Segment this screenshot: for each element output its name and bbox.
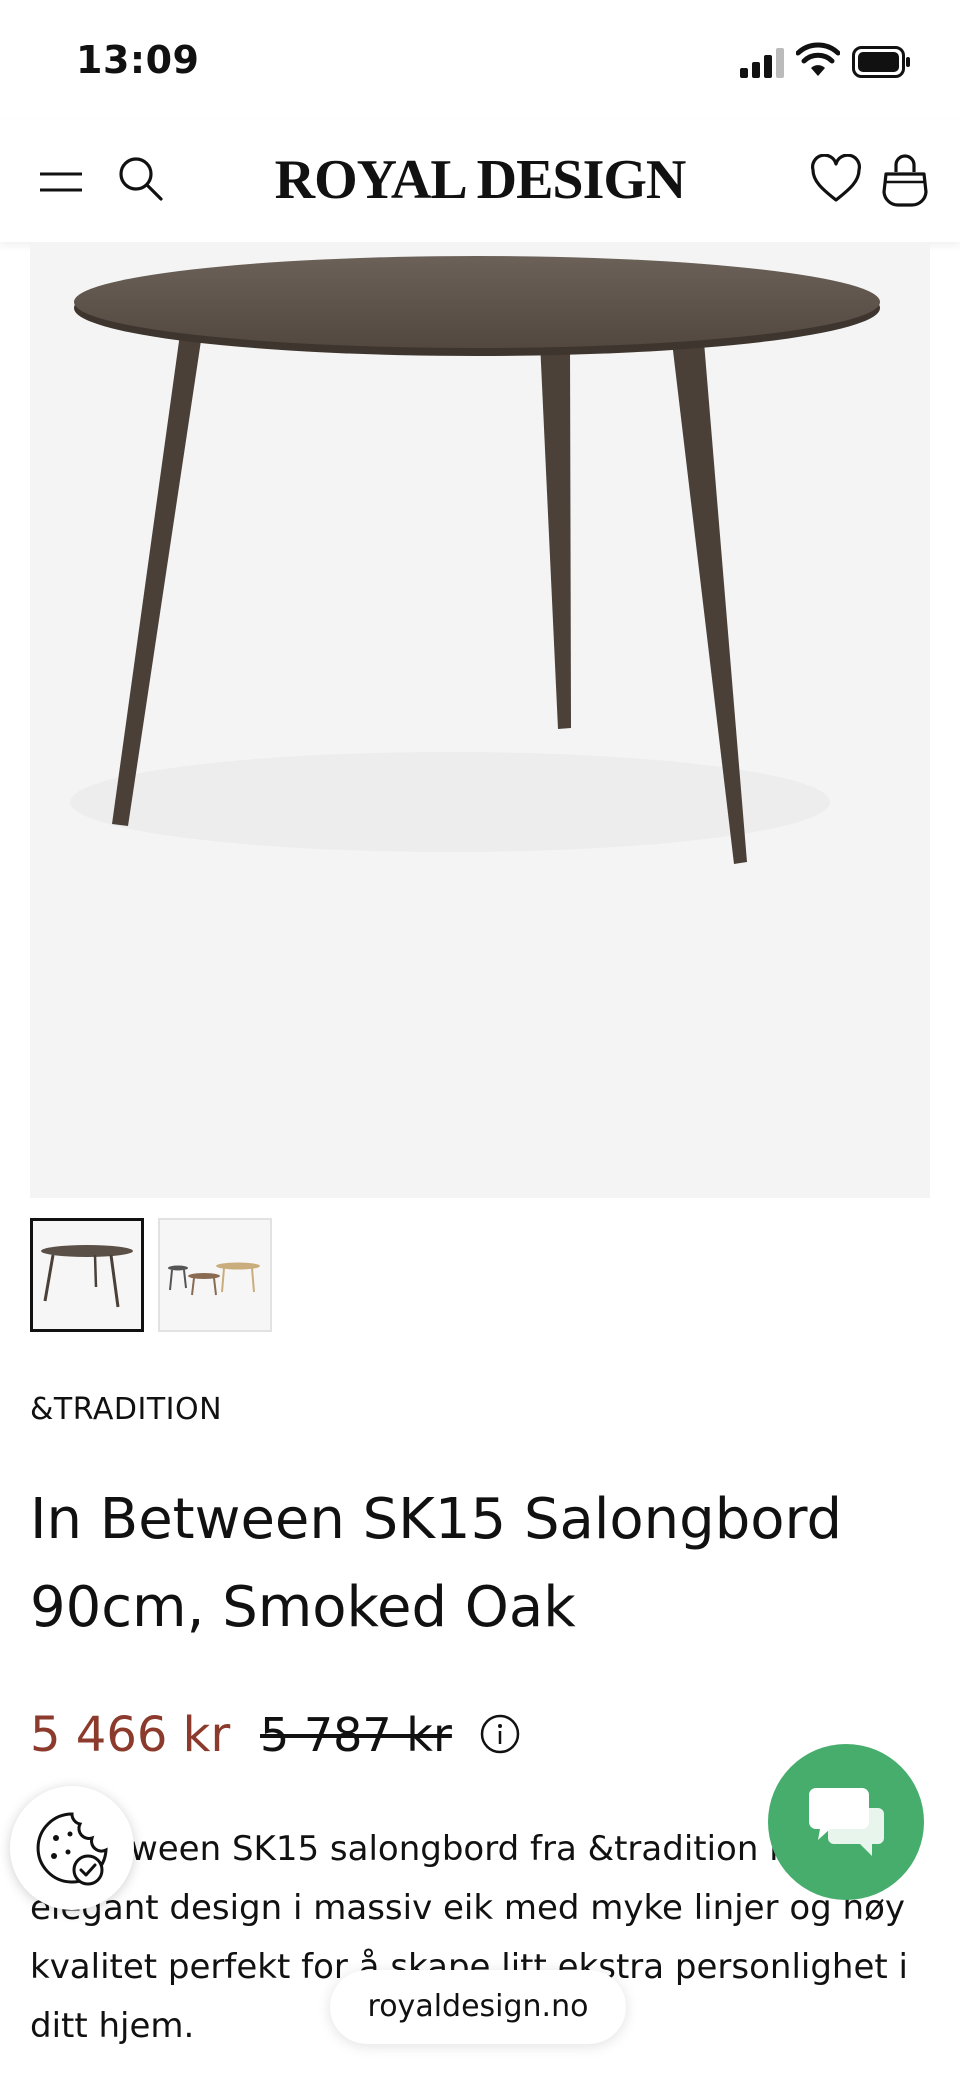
thumbnail-1[interactable] <box>30 1218 144 1332</box>
coffee-table-image <box>70 256 880 864</box>
product-image[interactable] <box>30 242 930 1198</box>
chat-button[interactable] <box>768 1744 924 1900</box>
thumbnail-2[interactable] <box>158 1218 272 1332</box>
thumbnail-tables-set-image <box>168 1262 260 1296</box>
heart-icon[interactable] <box>810 154 862 204</box>
chat-icon <box>809 1788 884 1856</box>
product-title: In Between SK15 Salongbord 90cm, Smoked … <box>30 1487 843 1640</box>
price-row: 5 466 kr 5 787 kr <box>30 1700 930 1770</box>
menu-icon[interactable] <box>38 164 84 200</box>
product-brand[interactable]: &TRADITION <box>30 1392 222 1427</box>
battery-icon <box>852 46 910 78</box>
site-logo[interactable]: ROYAL DESIGN <box>260 148 700 212</box>
cookie-icon <box>36 1812 108 1886</box>
status-bar: 13:09 <box>0 0 960 120</box>
info-icon[interactable] <box>480 1714 520 1754</box>
thumbnail-table-image <box>41 1245 133 1308</box>
original-price: 5 787 kr <box>260 1708 452 1762</box>
sale-price: 5 466 kr <box>30 1707 231 1763</box>
url-bar[interactable]: royaldesign.no <box>330 1970 626 2044</box>
site-header: ROYAL DESIGN <box>0 120 960 242</box>
status-time: 13:09 <box>76 38 200 82</box>
bag-icon[interactable] <box>880 152 930 208</box>
signal-icon <box>740 48 784 78</box>
cookie-settings-button[interactable] <box>10 1786 134 1910</box>
search-icon[interactable] <box>116 154 164 202</box>
wifi-icon <box>796 42 840 76</box>
